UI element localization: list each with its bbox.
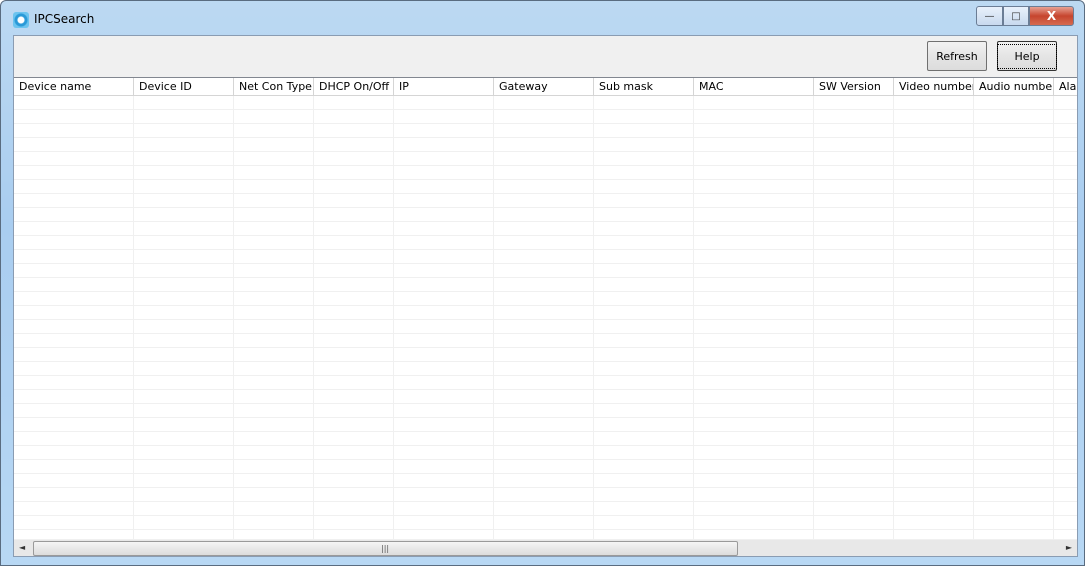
column-header[interactable]: Gateway <box>494 78 594 96</box>
scroll-right-icon[interactable]: ► <box>1066 543 1072 552</box>
refresh-button[interactable]: Refresh <box>927 41 987 71</box>
column-divider <box>493 96 494 539</box>
grip-icon: ||| <box>381 544 390 553</box>
column-divider <box>813 96 814 539</box>
column-divider <box>133 96 134 539</box>
column-divider <box>313 96 314 539</box>
column-header[interactable]: Video number <box>894 78 974 96</box>
help-button[interactable]: Help <box>997 41 1057 71</box>
minimize-button[interactable]: — <box>976 6 1003 26</box>
column-header[interactable]: Sub mask <box>594 78 694 96</box>
column-divider <box>973 96 974 539</box>
list-rows <box>14 96 1077 539</box>
column-divider <box>593 96 594 539</box>
column-divider <box>233 96 234 539</box>
column-header[interactable]: SW Version <box>814 78 894 96</box>
maximize-button[interactable]: □ <box>1003 6 1029 26</box>
column-divider <box>893 96 894 539</box>
horizontal-scrollbar[interactable]: ◄ ||| ► <box>14 539 1077 556</box>
close-button[interactable]: X <box>1029 6 1074 26</box>
column-header[interactable]: MAC <box>694 78 814 96</box>
scroll-left-icon[interactable]: ◄ <box>19 543 25 552</box>
column-header[interactable]: Ala <box>1054 78 1077 96</box>
column-header[interactable]: Net Con Type <box>234 78 314 96</box>
scroll-thumb[interactable]: ||| <box>33 541 738 556</box>
help-label: Help <box>997 43 1057 69</box>
column-header[interactable]: Device name <box>14 78 134 96</box>
window-frame: IPCSearch — □ X Refresh Help Device name… <box>0 0 1085 566</box>
column-header[interactable]: Audio number <box>974 78 1054 96</box>
column-divider <box>1053 96 1054 539</box>
list-header: Device name Device ID Net Con Type DHCP On/… <box>14 78 1077 96</box>
column-header[interactable]: DHCP On/Off <box>314 78 394 96</box>
column-header[interactable]: Device ID <box>134 78 234 96</box>
device-list[interactable]: Device name Device ID Net Con Type DHCP On/… <box>14 77 1077 556</box>
column-header[interactable]: IP <box>394 78 494 96</box>
column-divider <box>693 96 694 539</box>
app-icon <box>13 12 29 28</box>
window-title: IPCSearch <box>34 12 95 26</box>
client-area: Refresh Help Device name Device ID Net Con… <box>13 35 1078 557</box>
column-divider <box>393 96 394 539</box>
